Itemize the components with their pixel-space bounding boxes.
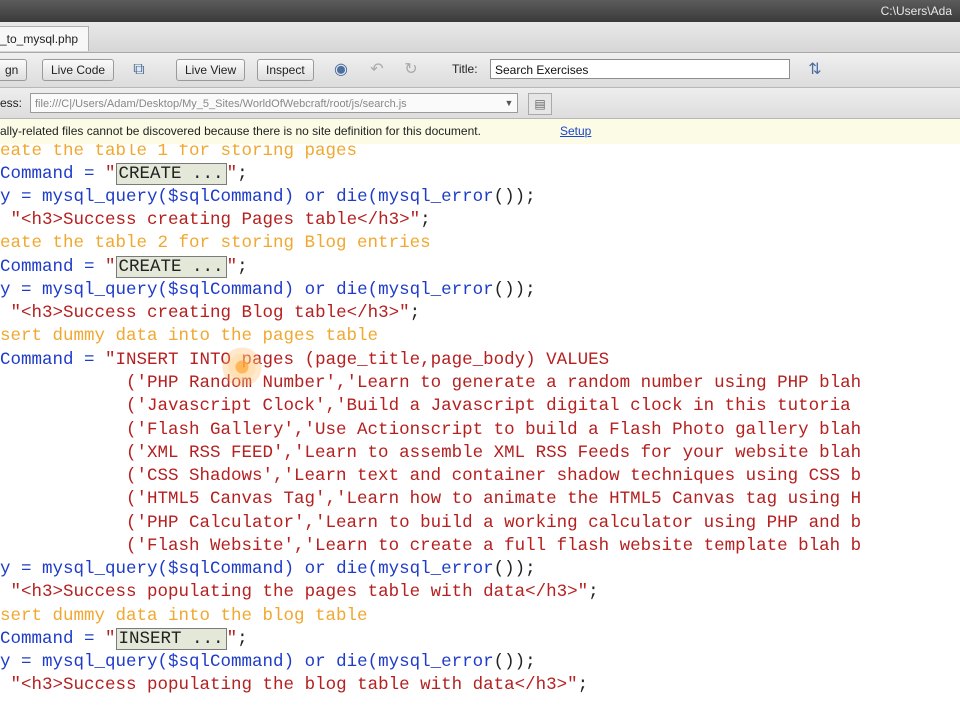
address-label: ess: bbox=[0, 96, 23, 110]
code-line: "<h3>Success populating the pages table … bbox=[10, 582, 599, 602]
chevron-down-icon[interactable]: ▼ bbox=[502, 94, 516, 112]
collapsed-code[interactable]: INSERT ... bbox=[115, 628, 227, 650]
collapsed-code[interactable]: CREATE ... bbox=[115, 163, 227, 185]
code-line: Command = " CREATE ... "; bbox=[0, 256, 248, 278]
code-line: "<h3>Success creating Pages table</h3>"; bbox=[10, 210, 431, 230]
code-line: eate the table 2 for storing Blog entrie… bbox=[0, 233, 431, 253]
address-input[interactable]: file:///C|/Users/Adam/Desktop/My_5_Sites… bbox=[30, 93, 518, 113]
title-label: Title: bbox=[452, 62, 478, 76]
address-bar: ess: file:///C|/Users/Adam/Desktop/My_5_… bbox=[0, 88, 960, 119]
code-line: y = mysql_query($sqlCommand) or die(mysq… bbox=[0, 280, 536, 300]
code-line: y = mysql_query($sqlCommand) or die(mysq… bbox=[0, 652, 536, 672]
info-message: ally-related files cannot be discovered … bbox=[0, 124, 481, 138]
info-bar: ally-related files cannot be discovered … bbox=[0, 119, 960, 145]
document-toolbar: gn Live Code ⧉ Live View Inspect ◉ ↶ ↻ T… bbox=[0, 53, 960, 88]
code-line: y = mysql_query($sqlCommand) or die(mysq… bbox=[0, 187, 536, 207]
browse-icon[interactable]: ▤ bbox=[528, 93, 552, 115]
file-management-icon[interactable]: ⇅ bbox=[804, 60, 826, 80]
code-line: "<h3>Success creating Blog table</h3>"; bbox=[10, 303, 421, 323]
code-line: ('Flash Website','Learn to create a full… bbox=[0, 536, 862, 556]
document-tab[interactable]: _to_mysql.php bbox=[0, 26, 90, 51]
design-button[interactable]: gn bbox=[0, 59, 28, 81]
code-line: y = mysql_query($sqlCommand) or die(mysq… bbox=[0, 559, 536, 579]
collapsed-code[interactable]: CREATE ... bbox=[115, 256, 227, 278]
document-tabbar: _to_mysql.php bbox=[0, 22, 960, 53]
inspect-button[interactable]: Inspect bbox=[257, 59, 314, 81]
multiscreen-icon[interactable]: ⧉ bbox=[128, 60, 150, 80]
title-input[interactable]: Search Exercises bbox=[490, 59, 790, 79]
window-titlebar: C:\Users\Ada bbox=[0, 0, 960, 22]
code-line: sert dummy data into the blog table bbox=[0, 606, 368, 626]
code-line: ('PHP Calculator','Learn to build a work… bbox=[0, 513, 862, 533]
live-view-button[interactable]: Live View bbox=[176, 59, 246, 81]
code-line: ('Javascript Clock','Build a Javascript … bbox=[0, 396, 851, 416]
globe-icon[interactable]: ◉ bbox=[330, 60, 352, 80]
code-editor[interactable]: eate the table 1 for storing pages Comma… bbox=[0, 144, 960, 720]
setup-link[interactable]: Setup bbox=[560, 119, 591, 144]
back-icon[interactable]: ↶ bbox=[366, 60, 388, 80]
window-path: C:\Users\Ada bbox=[880, 4, 952, 18]
code-line: ('XML RSS FEED','Learn to assemble XML R… bbox=[0, 443, 862, 463]
code-line: "<h3>Success populating the blog table w… bbox=[10, 675, 589, 695]
refresh-icon[interactable]: ↻ bbox=[400, 60, 422, 80]
code-line: ('CSS Shadows','Learn text and container… bbox=[0, 466, 862, 486]
code-line: ('HTML5 Canvas Tag','Learn how to animat… bbox=[0, 489, 862, 509]
code-line: ('PHP Random Number','Learn to generate … bbox=[0, 373, 862, 393]
code-line: Command = " INSERT ... "; bbox=[0, 628, 248, 650]
code-line: sert dummy data into the pages table bbox=[0, 326, 379, 346]
code-line: ('Flash Gallery','Use Actionscript to bu… bbox=[0, 420, 862, 440]
code-line: Command = " CREATE ... "; bbox=[0, 163, 248, 185]
code-line: eate the table 1 for storing pages bbox=[0, 144, 358, 161]
live-code-button[interactable]: Live Code bbox=[42, 59, 115, 81]
mouse-cursor-highlight-icon bbox=[222, 347, 262, 387]
code-line: Command = "INSERT INTO pages (page_title… bbox=[0, 350, 610, 370]
